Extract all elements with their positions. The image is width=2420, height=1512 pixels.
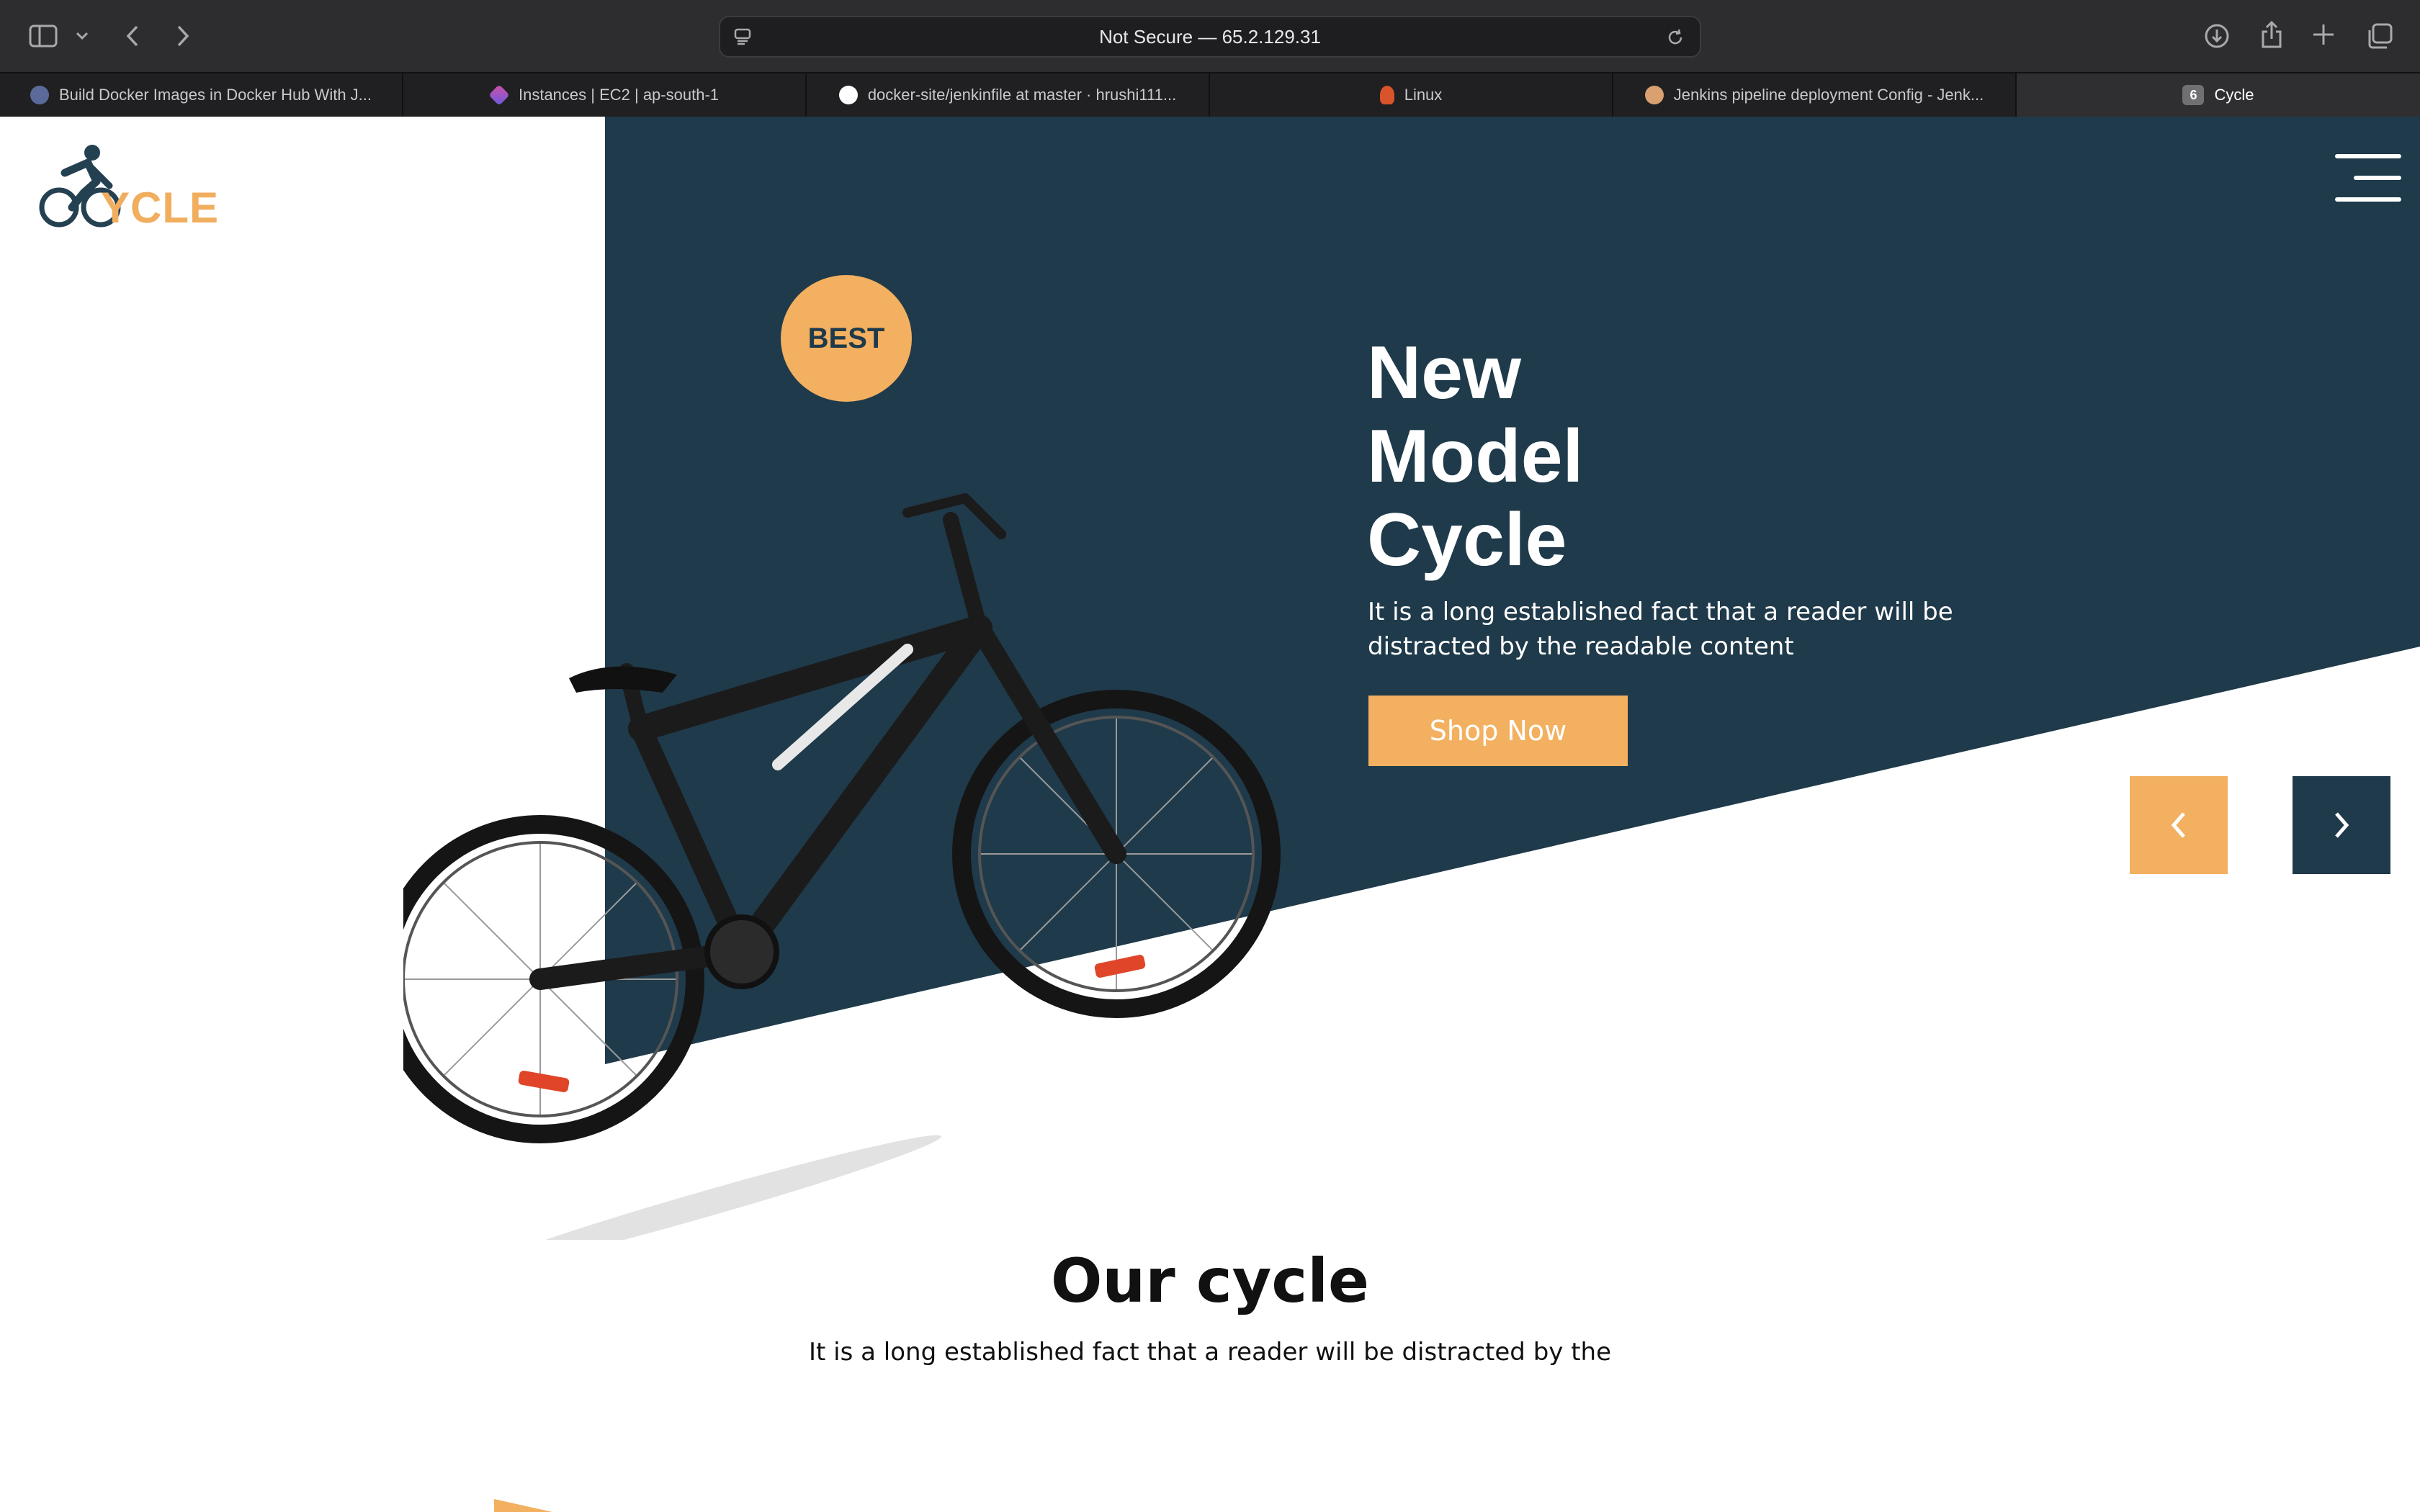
menu-line xyxy=(2354,176,2401,180)
new-tab-icon[interactable] xyxy=(2309,20,2338,49)
reload-icon[interactable] xyxy=(1664,26,1687,49)
hero-title-line: New xyxy=(1367,331,1521,415)
bicycle-image xyxy=(403,493,1281,1240)
tab-count-badge: 6 xyxy=(2182,85,2205,105)
address-bar[interactable]: Not Secure — 65.2.129.31 xyxy=(719,16,1701,58)
tab-label: docker-site/jenkinfile at master · hrush… xyxy=(867,86,1177,104)
hero-title-line: Model xyxy=(1367,415,1584,498)
hero-title-line: Cycle xyxy=(1367,498,1567,582)
tab-label: Jenkins pipeline deployment Config - Jen… xyxy=(1673,86,1984,104)
share-icon[interactable] xyxy=(2256,17,2287,52)
docker-hub-icon xyxy=(30,86,49,104)
sidebar-toggle-icon[interactable] xyxy=(26,22,60,50)
section-title: Our cycle xyxy=(1051,1246,1369,1316)
carousel-prev-button[interactable] xyxy=(2130,776,2228,874)
best-badge: BEST xyxy=(781,275,912,402)
site-logo[interactable]: YCLE xyxy=(22,138,218,232)
tab-jenkins-pipeline[interactable]: Jenkins pipeline deployment Config - Jen… xyxy=(1613,73,2017,117)
decorative-shape xyxy=(494,1499,552,1512)
tab-linux[interactable]: Linux xyxy=(1210,73,1613,117)
menu-line xyxy=(2335,197,2401,202)
linux-icon xyxy=(1379,86,1394,104)
aws-ec2-icon xyxy=(488,84,510,106)
jenkins-icon xyxy=(1644,86,1664,104)
back-icon[interactable] xyxy=(120,20,145,52)
browser-toolbar: Not Secure — 65.2.129.31 xyxy=(0,0,2420,72)
tab-cycle[interactable]: 6 Cycle xyxy=(2017,73,2420,117)
tab-github-jenkinfile[interactable]: docker-site/jenkinfile at master · hrush… xyxy=(807,73,1210,117)
chevron-left-icon xyxy=(2171,812,2185,838)
tab-ec2-instances[interactable]: Instances | EC2 | ap-south-1 xyxy=(403,73,807,117)
tab-docker-hub[interactable]: Build Docker Images in Docker Hub With J… xyxy=(0,73,403,117)
carousel-next-button[interactable] xyxy=(2293,776,2390,874)
web-page: YCLE BEST New Model Cycle It is a long e… xyxy=(0,117,2420,1512)
tab-label: Instances | EC2 | ap-south-1 xyxy=(518,86,720,104)
address-text: Not Secure — 65.2.129.31 xyxy=(1099,26,1321,48)
menu-button[interactable] xyxy=(2329,153,2401,203)
tab-overview-icon[interactable] xyxy=(2364,20,2396,52)
hero-description: It is a long established fact that a rea… xyxy=(1368,598,1953,661)
hero-title: New Model Cycle xyxy=(1367,331,1583,582)
github-icon xyxy=(838,86,858,104)
menu-line xyxy=(2335,154,2401,158)
tab-label: Cycle xyxy=(2214,86,2254,104)
shop-now-button[interactable]: Shop Now xyxy=(1368,696,1628,766)
tab-bar: Build Docker Images in Docker Hub With J… xyxy=(0,72,2420,117)
logo-text: YCLE xyxy=(101,184,220,232)
tab-label: Linux xyxy=(1404,86,1443,104)
tab-label: Build Docker Images in Docker Hub With J… xyxy=(58,86,372,104)
chevron-down-icon[interactable] xyxy=(72,26,92,46)
forward-icon[interactable] xyxy=(170,20,196,52)
downloads-icon[interactable] xyxy=(2201,20,2233,52)
chevron-right-icon xyxy=(2335,812,2349,838)
section-description: It is a long established fact that a rea… xyxy=(809,1338,1611,1367)
